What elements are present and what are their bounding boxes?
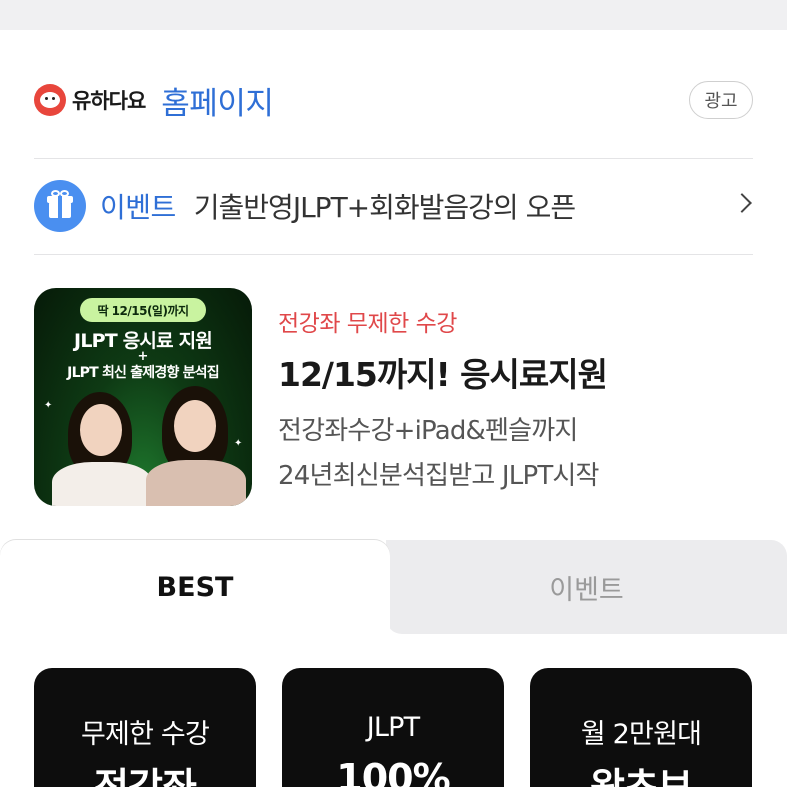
product-card[interactable]: 월 2만원대 왕초보 — [530, 668, 752, 787]
instructor-photo-right — [146, 386, 246, 506]
promo-subtitle[interactable]: 전강좌 무제한 수강 — [278, 304, 457, 338]
chevron-right-icon[interactable] — [732, 193, 752, 213]
card-line1: JLPT — [366, 712, 420, 743]
event-label: 이벤트 — [100, 191, 176, 224]
brand-logo-icon[interactable] — [34, 84, 66, 116]
top-separator-band — [0, 0, 787, 30]
thumbnail-subheadline: JLPT 최신 출제경향 분석집 — [67, 365, 219, 381]
promo-description-line1: 전강좌수강+iPad&펜슬까지 — [278, 416, 578, 446]
product-card[interactable]: JLPT 100% — [282, 668, 504, 787]
card-line2: 전강좌 — [94, 765, 197, 787]
homepage-link[interactable]: 홈페이지 — [161, 78, 274, 123]
divider — [34, 254, 753, 255]
card-line1: 월 2만원대 — [580, 719, 702, 750]
event-banner-row[interactable]: 이벤트 기출반영JLPT+회화발음강의 오픈 — [34, 180, 753, 232]
instructor-photo-left — [52, 392, 152, 506]
card-line2: 100% — [336, 756, 450, 787]
product-card[interactable]: 무제한 수강 전강좌 — [34, 668, 256, 787]
card-line2: 왕초보 — [590, 765, 693, 787]
brand-logo-text[interactable]: 유하다요 — [72, 85, 146, 115]
promo-thumbnail[interactable]: 딱 12/15(일)까지 JLPT 응시료 지원 + JLPT 최신 출제경향 … — [34, 288, 252, 506]
tab-event[interactable]: 이벤트 — [386, 540, 787, 634]
ad-badge[interactable]: 광고 — [689, 81, 753, 119]
promo-title[interactable]: 12/15까지! 응시료지원 — [278, 348, 608, 396]
tab-best-label: BEST — [156, 571, 234, 603]
event-title: 기출반영JLPT+회화발음강의 오픈 — [193, 191, 576, 224]
promo-description-line2: 24년최신분석집받고 JLPT시작 — [278, 461, 599, 491]
thumbnail-date-pill: 딱 12/15(일)까지 — [80, 298, 206, 322]
ad-header: 유하다요 홈페이지 광고 — [34, 78, 753, 122]
tab-best[interactable]: BEST — [0, 540, 390, 634]
divider — [34, 158, 753, 159]
gift-icon — [34, 180, 86, 232]
page: 유하다요 홈페이지 광고 이벤트 기출반영JLPT+회화발음강의 오픈 딱 12… — [0, 0, 787, 787]
card-line1: 무제한 수강 — [81, 719, 210, 750]
